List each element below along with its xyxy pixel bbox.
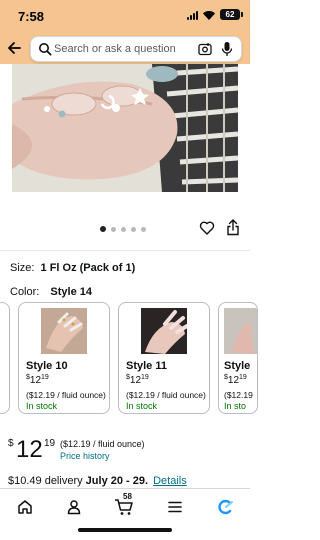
nav-menu[interactable] (165, 497, 185, 517)
back-button[interactable] (6, 38, 22, 58)
wifi-icon (202, 10, 216, 20)
price-unit: ($12.19 / fluid ounce) (60, 439, 145, 449)
swatch-price: $1219 (26, 374, 49, 386)
cart-count-badge: 58 (123, 492, 132, 501)
swatch-name: Style 10 (26, 360, 68, 372)
search-bar[interactable]: Search or ask a question (30, 36, 242, 62)
heart-icon[interactable] (199, 220, 215, 236)
swatch-style-partial[interactable]: Style $1219 ($12.19 In sto (218, 302, 258, 414)
swatch-stock-status: In stock (126, 401, 158, 411)
search-icon (39, 43, 52, 56)
swatch-name: Style 11 (126, 360, 167, 372)
price-cents: 19 (44, 438, 56, 449)
swatch-unit-price: ($12.19 (224, 390, 253, 400)
carousel-dot[interactable] (111, 226, 116, 232)
carousel-dot[interactable] (100, 226, 106, 232)
swatch-style-10[interactable]: Style 10 $1219 ($12.19 / fluid ounce) In… (18, 302, 110, 414)
swatch-thumbnail (41, 308, 87, 354)
home-indicator (78, 528, 172, 532)
swatch-price: $1219 (126, 374, 149, 386)
color-label: Color: (10, 286, 40, 298)
carousel-dots[interactable] (100, 226, 146, 232)
search-input[interactable]: Search or ask a question (54, 43, 176, 55)
product-image[interactable] (12, 64, 238, 192)
color-selector: Color: Style 14 (10, 286, 92, 298)
menu-icon (168, 501, 182, 513)
nav-home[interactable] (15, 497, 35, 517)
size-selector[interactable]: Size: 1 Fl Oz (Pack of 1) (10, 262, 135, 274)
status-icons: 62 (187, 9, 243, 20)
swatch-stock-status: In stock (26, 401, 58, 411)
price-history-link[interactable]: Price history (60, 451, 110, 461)
home-icon (18, 500, 32, 514)
nav-cart[interactable]: 58 (114, 492, 134, 517)
delivery-info: $10.49 delivery July 20 - 29. Details (8, 475, 187, 487)
color-value: Style 14 (50, 286, 92, 298)
delivery-dates: July 20 - 29. (85, 475, 149, 487)
status-bar: 7:58 62 (0, 0, 250, 30)
battery-icon: 62 (220, 9, 243, 20)
swatch-thumbnail (141, 308, 187, 354)
delivery-details-link[interactable]: Details (153, 475, 187, 487)
price-whole: 12 (16, 436, 43, 463)
swatch-previous-partial[interactable] (0, 302, 10, 414)
swatch-style-11[interactable]: Style 11 $1219 ($12.19 / fluid ounce) In… (118, 302, 210, 414)
share-icon[interactable] (226, 219, 240, 236)
size-label: Size: (10, 262, 35, 274)
camera-scan-icon[interactable] (198, 42, 212, 56)
swatch-thumbnail (224, 308, 257, 354)
status-time: 7:58 (18, 9, 45, 24)
swatch-price: $1219 (224, 374, 247, 386)
signal-icon (187, 10, 198, 20)
assistant-icon (218, 499, 233, 515)
battery-level: 62 (225, 10, 235, 19)
carousel-dot[interactable] (121, 226, 126, 232)
size-value: 1 Fl Oz (Pack of 1) (40, 262, 136, 274)
swatch-unit-price: ($12.19 / fluid ounce) (26, 390, 106, 400)
arrow-left-icon (8, 42, 21, 54)
carousel-dot[interactable] (131, 226, 136, 232)
nav-assistant[interactable] (215, 497, 235, 517)
delivery-cost: $10.49 delivery (8, 475, 83, 487)
swatch-unit-price: ($12.19 / fluid ounce) (126, 390, 206, 400)
swatch-stock-status: In sto (224, 401, 247, 411)
carousel-dot[interactable] (141, 226, 146, 232)
nav-account[interactable] (64, 497, 84, 517)
section-divider (0, 250, 250, 251)
microphone-icon[interactable] (221, 41, 233, 57)
person-icon (67, 500, 81, 515)
swatch-name: Style (224, 360, 251, 372)
bottom-nav: 58 (0, 488, 250, 540)
price-currency: $ (8, 438, 14, 449)
product-photo (12, 64, 238, 192)
